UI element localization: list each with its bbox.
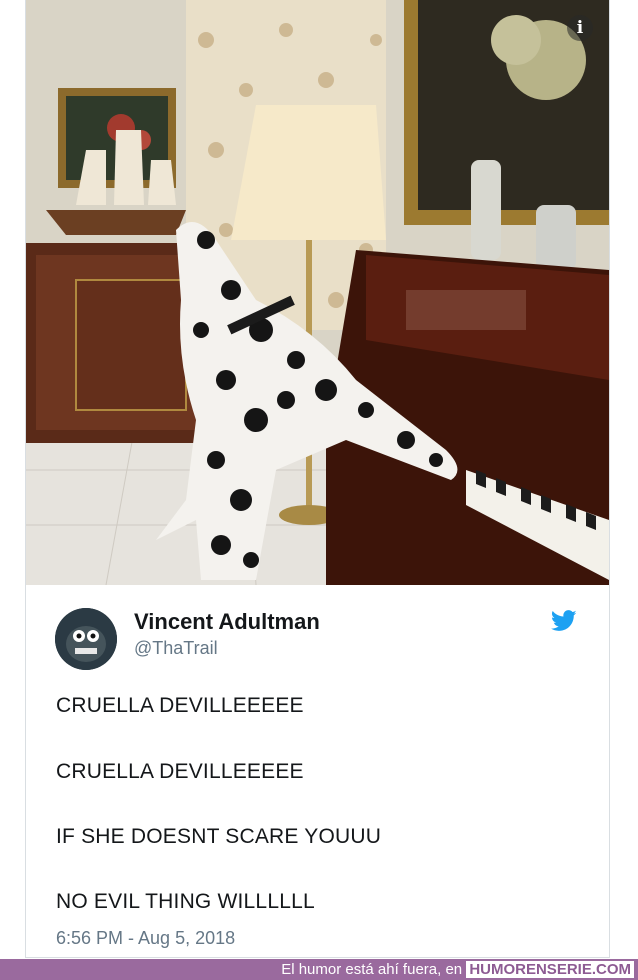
- tweet-text-line: NO EVIL THING WILLLLLL: [56, 890, 315, 913]
- footer-banner: El humor está ahí fuera, en HUMORENSERIE…: [0, 959, 638, 980]
- tweet-photo[interactable]: [26, 0, 609, 585]
- tweet-text-line: CRUELLA DEVILLEEEEE: [56, 760, 304, 783]
- tweet-text-line: CRUELLA DEVILLEEEEE: [56, 694, 304, 717]
- tweet-timestamp[interactable]: 6:56 PM - Aug 5, 2018: [56, 928, 235, 949]
- info-icon[interactable]: i: [567, 15, 593, 41]
- author-handle[interactable]: @ThaTrail: [134, 638, 218, 659]
- author-display-name[interactable]: Vincent Adultman: [134, 609, 320, 635]
- twitter-bird-icon[interactable]: [550, 610, 577, 632]
- footer-site-link[interactable]: HUMORENSERIE.COM: [466, 961, 634, 978]
- tweet-text-line: IF SHE DOESNT SCARE YOUUU: [56, 825, 382, 848]
- footer-text: El humor está ahí fuera, en: [281, 961, 463, 978]
- avatar[interactable]: [55, 608, 117, 670]
